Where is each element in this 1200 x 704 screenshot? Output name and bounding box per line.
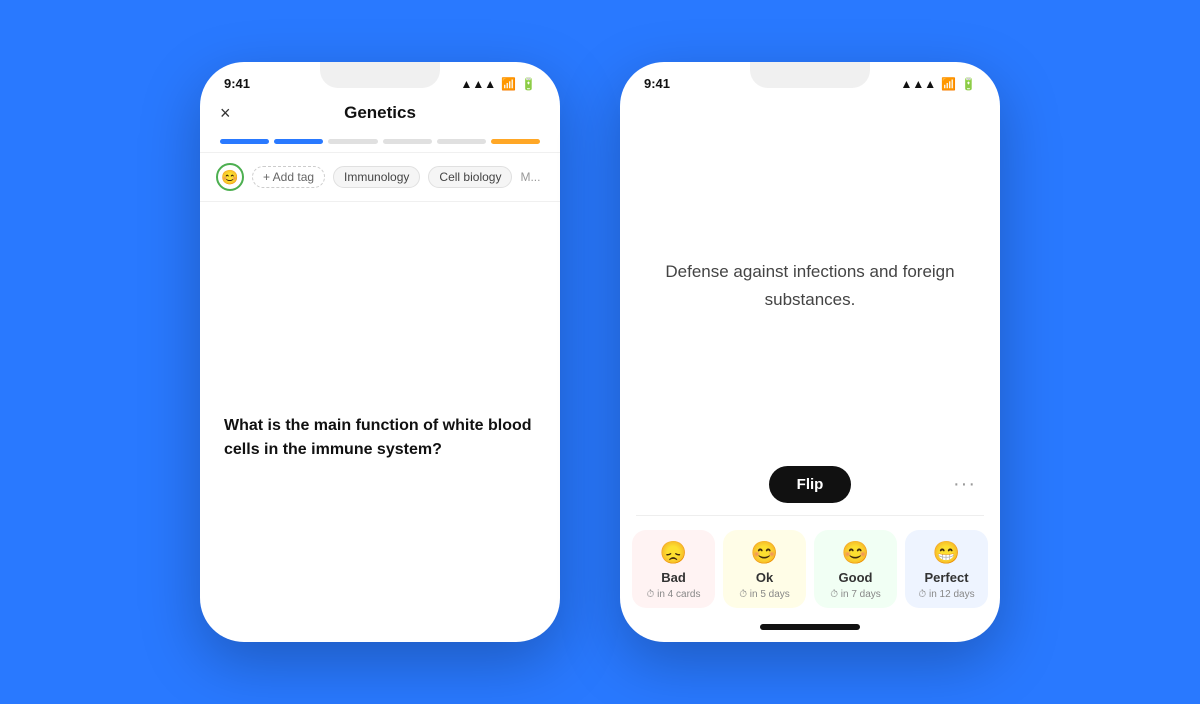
rating-perfect-button[interactable]: 😁 Perfect ⏱ in 12 days	[905, 530, 988, 608]
flip-row: Flip ···	[620, 456, 1000, 515]
card-answer-area: Defense against infections and foreign s…	[620, 95, 1000, 456]
perfect-emoji: 😁	[933, 540, 960, 566]
rating-bad-button[interactable]: 😞 Bad ⏱ in 4 cards	[632, 530, 715, 608]
phone-1: 9:41 ▲▲▲ 📶 🔋 × Genetics 😊 + Add tag Immu…	[200, 62, 560, 642]
progress-seg-4	[383, 139, 432, 144]
card-question-text: What is the main function of white blood…	[224, 414, 536, 462]
tag-chip-immunology[interactable]: Immunology	[333, 166, 420, 188]
signal-icon-2: ▲▲▲	[900, 77, 936, 91]
progress-bar	[200, 131, 560, 152]
battery-icon: 🔋	[521, 77, 536, 91]
good-sub: ⏱ in 7 days	[830, 589, 881, 600]
tag-more: M...	[520, 170, 540, 184]
more-options-button[interactable]: ···	[953, 473, 976, 496]
rating-row: 😞 Bad ⏱ in 4 cards 😊 Ok ⏱ in 5 days 😊 Go…	[620, 516, 1000, 618]
status-icons: ▲▲▲ 📶 🔋	[460, 77, 536, 91]
emoji-button[interactable]: 😊	[216, 163, 244, 191]
rating-good-button[interactable]: 😊 Good ⏱ in 7 days	[814, 530, 897, 608]
good-label: Good	[839, 570, 873, 585]
notch	[320, 62, 440, 88]
perfect-sub: ⏱ in 12 days	[918, 589, 974, 600]
progress-seg-5	[437, 139, 486, 144]
progress-seg-3	[328, 139, 377, 144]
bad-label: Bad	[661, 570, 686, 585]
rating-ok-button[interactable]: 😊 Ok ⏱ in 5 days	[723, 530, 806, 608]
progress-seg-2	[274, 139, 323, 144]
signal-icon: ▲▲▲	[460, 77, 496, 91]
good-emoji: 😊	[842, 540, 869, 566]
notch-2	[750, 62, 870, 88]
card-question-area: What is the main function of white blood…	[200, 202, 560, 482]
battery-icon-2: 🔋	[961, 77, 976, 91]
bad-emoji: 😞	[660, 540, 687, 566]
deck-title: Genetics	[344, 103, 416, 123]
add-tag-button[interactable]: + Add tag	[252, 166, 325, 188]
ok-emoji: 😊	[751, 540, 778, 566]
flip-button[interactable]: Flip	[769, 466, 852, 503]
progress-seg-6	[491, 139, 540, 144]
wifi-icon-2: 📶	[941, 77, 956, 91]
status-icons-2: ▲▲▲ 📶 🔋	[900, 77, 976, 91]
wifi-icon: 📶	[501, 77, 516, 91]
ok-label: Ok	[756, 570, 773, 585]
phone-2: 9:41 ▲▲▲ 📶 🔋 Defense against infections …	[620, 62, 1000, 642]
phone-header: × Genetics	[200, 95, 560, 131]
tag-chip-cellbio[interactable]: Cell biology	[428, 166, 512, 188]
status-time: 9:41	[224, 76, 250, 91]
bad-sub: ⏱ in 4 cards	[647, 589, 701, 600]
perfect-label: Perfect	[924, 570, 968, 585]
status-time-2: 9:41	[644, 76, 670, 91]
close-button[interactable]: ×	[220, 103, 231, 124]
progress-seg-1	[220, 139, 269, 144]
ok-sub: ⏱ in 5 days	[739, 589, 790, 600]
home-indicator	[760, 624, 860, 630]
card-answer-text: Defense against infections and foreign s…	[650, 258, 970, 312]
tags-row: 😊 + Add tag Immunology Cell biology M...	[200, 152, 560, 202]
